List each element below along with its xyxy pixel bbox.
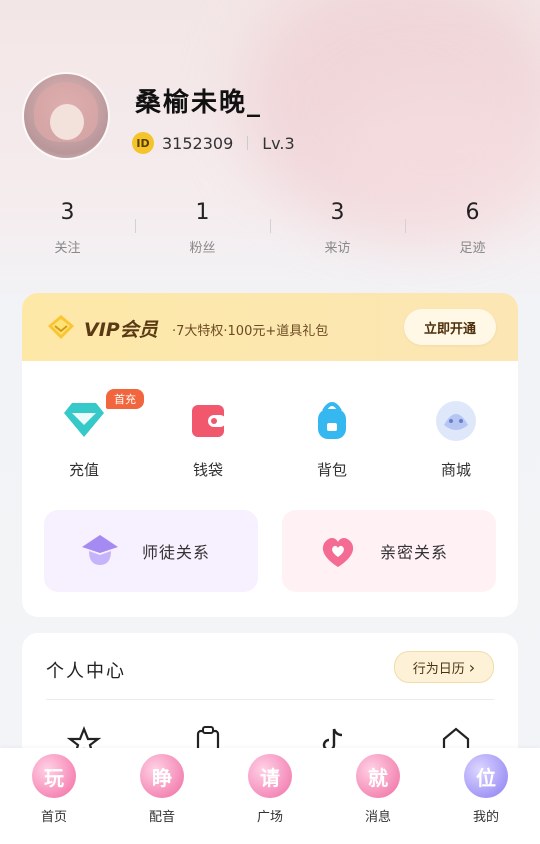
stat-fans[interactable]: 1 粉丝: [135, 200, 270, 270]
username: 桑榆未晚_: [135, 88, 263, 118]
stat-value: 3: [60, 200, 75, 225]
nav-label: 配音: [148, 810, 175, 825]
mentor-relation-button[interactable]: 师徒关系: [44, 510, 258, 592]
features-card: VIP会员 ·7大特权·100元+道具礼包 立即开通 充值 钱袋 背包 商城 首…: [22, 293, 518, 617]
vip-title: VIP会员: [84, 319, 158, 341]
stat-label: 关注: [54, 241, 81, 256]
nav-label: 我的: [472, 810, 499, 825]
first-recharge-tag: 首充: [106, 389, 144, 409]
home-icon: 玩: [32, 754, 76, 798]
personal-center-title: 个人中心: [46, 661, 126, 682]
plaza-icon: 请: [248, 754, 292, 798]
stat-footprints[interactable]: 6 足迹: [405, 200, 540, 270]
stat-following[interactable]: 3 关注: [0, 200, 135, 270]
mentor-hat-icon: [82, 535, 118, 565]
stat-visitors[interactable]: 3 来访: [270, 200, 405, 270]
nav-label: 广场: [256, 810, 283, 825]
behavior-calendar-button[interactable]: 行为日历 ›: [394, 651, 494, 683]
vip-banner[interactable]: VIP会员 ·7大特权·100元+道具礼包 立即开通: [22, 293, 518, 361]
vip-description: ·7大特权·100元+道具礼包: [172, 324, 329, 339]
stat-value: 1: [195, 200, 210, 225]
profile-header: 桑榆未晚_ ID 3152309 Lv.3 3 关注 1 粉丝 3 来访 6 足…: [0, 0, 540, 290]
feature-label: 商城: [440, 461, 471, 479]
backpack-icon: [306, 395, 358, 447]
nav-mine[interactable]: 位 我的: [432, 748, 540, 844]
dubbing-icon: 睁: [140, 754, 184, 798]
nav-messages[interactable]: 就 消息: [324, 748, 432, 844]
vip-diamond-icon: [48, 315, 74, 339]
relation-label: 亲密关系: [380, 543, 449, 562]
stat-label: 粉丝: [189, 241, 216, 256]
vip-open-button[interactable]: 立即开通: [404, 309, 496, 345]
relation-label: 师徒关系: [142, 543, 211, 562]
feature-backpack[interactable]: 背包: [270, 385, 394, 485]
diamond-icon: [58, 395, 110, 447]
feature-wallet[interactable]: 钱袋: [146, 385, 270, 485]
divider: [247, 136, 249, 150]
user-id: 3152309: [162, 133, 234, 153]
stat-label: 足迹: [459, 241, 486, 256]
stats-row: 3 关注 1 粉丝 3 来访 6 足迹: [0, 200, 540, 270]
wallet-icon: [182, 395, 234, 447]
id-row: ID 3152309 Lv.3: [132, 132, 295, 154]
feature-label: 钱袋: [192, 461, 223, 479]
profile-icon: 位: [464, 754, 508, 798]
divider: [405, 219, 406, 233]
feature-label: 背包: [316, 461, 347, 479]
feature-grid: 充值 钱袋 背包 商城: [22, 385, 518, 485]
bottom-navigation: 玩 首页 睁 配音 请 广场 就 消息 位 我的: [0, 748, 540, 844]
feature-mall[interactable]: 商城: [394, 385, 518, 485]
stat-label: 来访: [324, 241, 351, 256]
avatar[interactable]: [24, 74, 108, 158]
nav-label: 首页: [40, 810, 67, 825]
stat-value: 3: [330, 200, 345, 225]
intimate-relation-button[interactable]: 亲密关系: [282, 510, 496, 592]
divider: [270, 219, 271, 233]
feature-label: 充值: [68, 461, 99, 479]
behavior-calendar-label: 行为日历: [412, 661, 465, 677]
chevron-right-icon: ›: [468, 657, 476, 677]
divider: [46, 699, 494, 700]
nav-label: 消息: [364, 810, 391, 825]
messages-icon: 就: [356, 754, 400, 798]
nav-plaza[interactable]: 请 广场: [216, 748, 324, 844]
heart-icon: [322, 538, 354, 567]
user-level: Lv.3: [262, 133, 295, 153]
nav-dubbing[interactable]: 睁 配音: [108, 748, 216, 844]
divider: [135, 219, 136, 233]
stat-value: 6: [465, 200, 480, 225]
nav-home[interactable]: 玩 首页: [0, 748, 108, 844]
id-badge: ID: [132, 132, 154, 154]
mall-icon: [430, 395, 482, 447]
